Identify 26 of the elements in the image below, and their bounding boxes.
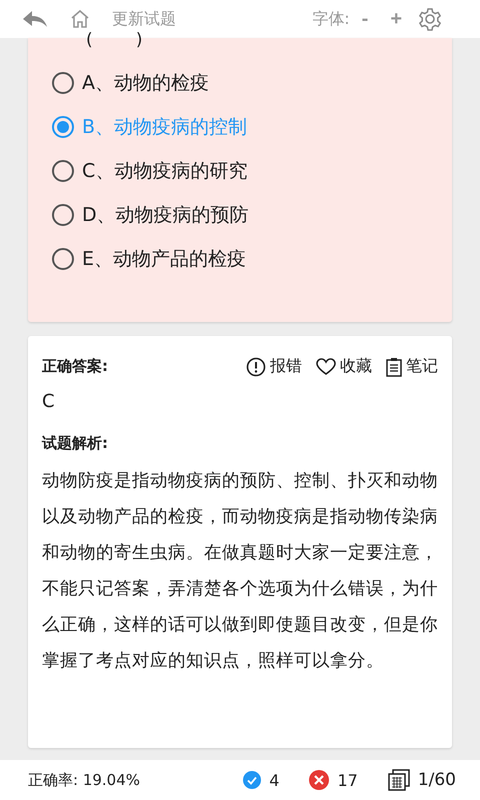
answer-option[interactable]: E、动物产品的检疫 xyxy=(52,244,432,274)
card-stack-icon[interactable] xyxy=(388,769,410,791)
correct-answer: C xyxy=(42,391,56,412)
wrong-count: 17 xyxy=(337,770,358,790)
settings-icon[interactable] xyxy=(418,7,442,31)
favorite-button[interactable]: 收藏 xyxy=(316,356,372,377)
heart-icon xyxy=(316,358,336,376)
accuracy-text: 正确率: 19.04% xyxy=(28,770,140,790)
question-blank: ( ) xyxy=(86,30,144,50)
answer-heading: 正确答案: xyxy=(42,357,108,376)
answer-option[interactable]: D、动物疫病的预防 xyxy=(52,200,432,230)
progress-text[interactable]: 1/60 xyxy=(418,770,456,790)
answer-option[interactable]: C、动物疫病的研究 xyxy=(52,156,432,186)
correct-count: 4 xyxy=(269,770,280,790)
answer-option[interactable]: A、动物的检疫 xyxy=(52,68,432,98)
cross-circle-icon xyxy=(309,770,330,790)
notes-button[interactable]: 笔记 xyxy=(386,356,438,377)
report-button[interactable]: 报错 xyxy=(246,356,302,377)
clipboard-icon xyxy=(386,356,402,376)
analysis-heading: 试题解析: xyxy=(42,434,109,453)
analysis-text: 动物防疫是指动物疫病的预防、控制、扑灭和动物以及动物产品的检疫，而动物疫病是指动物传染病和动物的寄生虫病。在做真题时大家一定要注意，不能只记答案，弄清楚各个选项为什么错误，为什么正确，这样的话可以做到即使题目改变，但是你掌握了考点对应的知识点，照样可以拿分。 xyxy=(42,470,438,673)
font-label: 字体: xyxy=(312,8,350,30)
check-circle-icon xyxy=(243,771,262,789)
back-arrow-icon[interactable] xyxy=(22,9,48,29)
exclamation-icon xyxy=(246,356,266,376)
home-icon[interactable] xyxy=(70,9,90,29)
